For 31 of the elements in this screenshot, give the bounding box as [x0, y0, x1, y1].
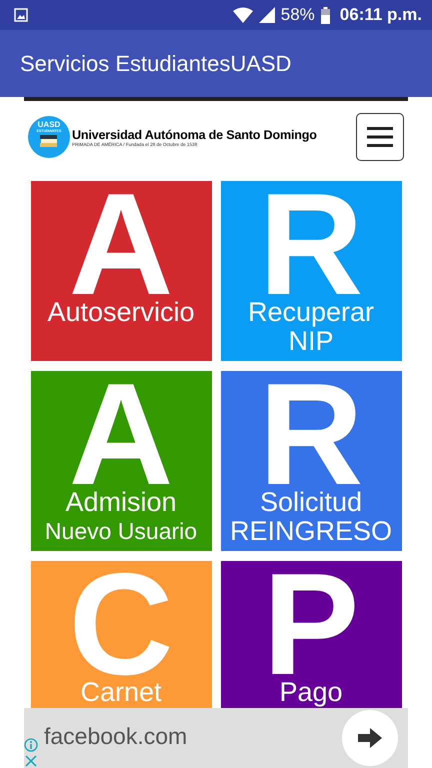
menu-button[interactable]	[356, 113, 404, 161]
tile-label: Autoservicio	[47, 298, 195, 327]
arrow-icon	[358, 728, 382, 748]
service-tile[interactable]: PPago	[220, 561, 402, 708]
tile-label: NIP	[288, 327, 334, 356]
ad-domain: facebook.com	[44, 722, 188, 750]
battery-icon	[320, 6, 330, 24]
books-icon	[39, 134, 59, 148]
tile-letter: C	[68, 570, 174, 678]
signal-icon	[258, 7, 275, 23]
menu-icon	[367, 126, 393, 148]
logo-text: UASD	[38, 121, 60, 129]
tile-letter: R	[258, 190, 364, 298]
university-name: Universidad Autónoma de Santo Domingo	[72, 128, 318, 142]
tile-label: REINGRESO	[230, 517, 392, 546]
app-title: Servicios EstudiantesUASD	[20, 50, 292, 76]
clock-time: 06:11 p.m.	[340, 5, 422, 25]
tile-letter: A	[68, 190, 174, 298]
image-icon	[14, 8, 28, 22]
tile-label: Solicitud	[260, 488, 362, 517]
tile-letter: P	[262, 570, 360, 678]
wifi-icon	[232, 7, 253, 23]
battery-percent: 58%	[280, 5, 315, 25]
tile-letter: A	[68, 380, 174, 488]
tile-letter: R	[258, 380, 364, 488]
tile-label: Carnet	[80, 678, 162, 707]
ad-banner[interactable]: facebook.com	[24, 708, 408, 768]
tile-label: Recuperar	[248, 298, 374, 327]
tile-label: Admision	[65, 488, 177, 517]
tile-label: Pago	[279, 678, 343, 707]
tile-label: Nuevo Usuario	[44, 517, 198, 546]
